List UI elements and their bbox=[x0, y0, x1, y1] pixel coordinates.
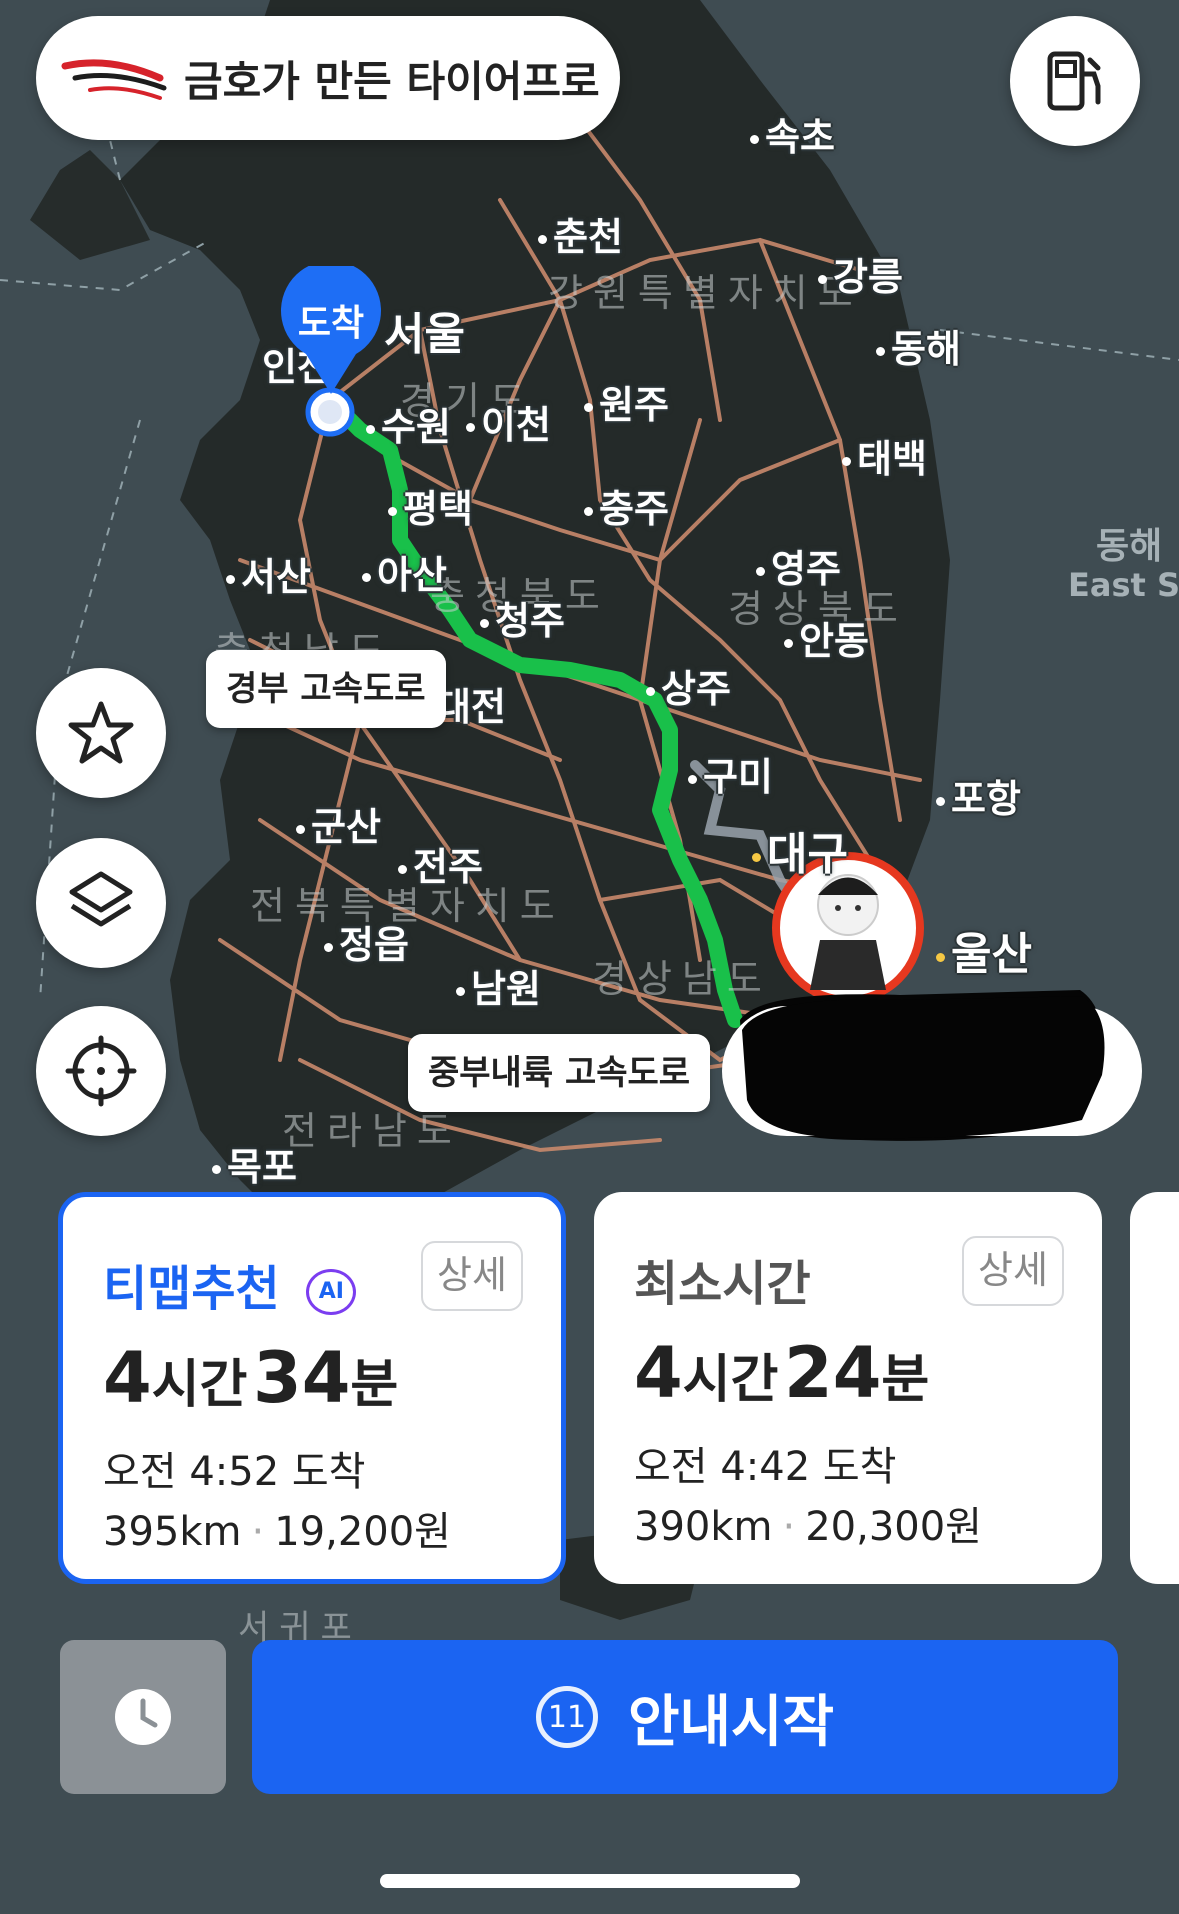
city-label: 목포 bbox=[212, 1136, 297, 1191]
ai-badge-icon: AI bbox=[306, 1269, 357, 1315]
fuel-button[interactable] bbox=[1010, 16, 1140, 146]
brand-logo-icon bbox=[61, 59, 167, 100]
route-title: 티맵추천 bbox=[103, 1261, 280, 1317]
route-title: 최소시간 bbox=[634, 1256, 811, 1312]
road-label-gyeongbu: 경부 고속도로 bbox=[206, 650, 446, 728]
city-label: 이천 bbox=[466, 394, 551, 449]
road-label-jungbu-naeryuk: 중부내륙 고속도로 bbox=[408, 1034, 711, 1112]
city-label: 상주 bbox=[646, 658, 731, 713]
route-duration: 4시간 24분 bbox=[634, 1332, 930, 1414]
sea-label-en: East Se bbox=[1068, 566, 1179, 604]
city-label: 수원 bbox=[366, 396, 451, 451]
city-label: 원주 bbox=[584, 374, 669, 429]
current-location-button[interactable] bbox=[36, 1006, 166, 1136]
region-label: 강원특별자치도 bbox=[548, 271, 863, 315]
detail-button[interactable]: 상세 bbox=[421, 1241, 523, 1311]
distance-toll: 395km · 19,200원 bbox=[103, 1509, 451, 1555]
route-card-recommended[interactable]: 티맵추천 AI 상세 4시간 34분 오전 4:52 도착 395km · 19,2… bbox=[58, 1192, 566, 1584]
city-label: 동해 bbox=[876, 318, 961, 373]
favorite-button[interactable] bbox=[36, 668, 166, 798]
brand-banner[interactable]: 금호가 만든 타이어프로 bbox=[36, 16, 620, 140]
redaction-overlay bbox=[742, 996, 1105, 1139]
clock-icon bbox=[115, 1689, 171, 1745]
city-label: 영주 bbox=[756, 538, 841, 593]
city-label: 평택 bbox=[388, 478, 473, 533]
star-icon bbox=[68, 701, 134, 764]
city-label: 전주 bbox=[398, 836, 483, 891]
city-label: 충주 bbox=[584, 478, 669, 533]
city-label: 정읍 bbox=[324, 914, 409, 969]
destination-label: 도착 bbox=[297, 303, 365, 344]
city-label: 태백 bbox=[842, 428, 927, 483]
city-label: 춘천 bbox=[538, 206, 623, 261]
city-label: 강릉 bbox=[818, 246, 903, 301]
countdown-badge: 11 bbox=[535, 1686, 598, 1748]
city-label: 군산 bbox=[296, 796, 381, 851]
city-label: 아산 bbox=[362, 544, 447, 599]
city-label: 속초 bbox=[750, 106, 835, 161]
city-label: 서울 bbox=[384, 309, 465, 360]
start-guidance-button[interactable]: 11 안내시작 bbox=[252, 1640, 1118, 1794]
city-label: 안동 bbox=[784, 610, 869, 665]
route-card-partial[interactable] bbox=[1130, 1192, 1179, 1584]
destination-pin[interactable]: 도착 bbox=[276, 266, 386, 396]
city-label: 대구 bbox=[752, 818, 848, 882]
city-label: 청주 bbox=[480, 590, 565, 645]
city-label: 구미 bbox=[688, 746, 773, 801]
city-label: 포항 bbox=[936, 768, 1021, 823]
city-label: 서산 bbox=[226, 546, 311, 601]
crosshair-icon bbox=[65, 1035, 137, 1107]
route-duration: 4시간 34분 bbox=[103, 1337, 399, 1419]
detail-button[interactable]: 상세 bbox=[962, 1236, 1064, 1306]
city-label: 울산 bbox=[936, 918, 1032, 982]
layers-icon bbox=[69, 871, 133, 927]
arrival-time: 오전 4:52 도착 bbox=[103, 1449, 366, 1495]
arrival-time: 오전 4:42 도착 bbox=[634, 1444, 897, 1490]
layers-button[interactable] bbox=[36, 838, 166, 968]
start-guidance-label: 안내시작 bbox=[627, 1689, 835, 1755]
depart-time-button[interactable] bbox=[60, 1640, 226, 1794]
route-card-fastest[interactable]: 최소시간 상세 4시간 24분 오전 4:42 도착 390km · 20,300원 bbox=[594, 1192, 1102, 1584]
city-label: 남원 bbox=[456, 958, 541, 1013]
distance-toll: 390km · 20,300원 bbox=[634, 1504, 982, 1550]
fuel-icon bbox=[1047, 51, 1101, 111]
home-indicator bbox=[380, 1874, 800, 1888]
sea-label-ko: 동해 bbox=[1096, 526, 1163, 567]
brand-text: 금호가 만든 타이어프로 bbox=[184, 56, 600, 106]
city-label: 대전 bbox=[436, 685, 506, 729]
